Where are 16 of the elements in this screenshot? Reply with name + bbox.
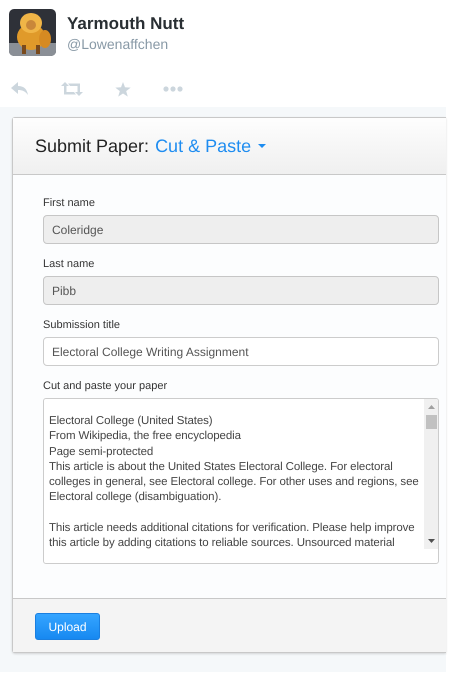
field-label: Last name bbox=[43, 258, 96, 271]
reply-icon[interactable] bbox=[11, 82, 29, 96]
star-icon[interactable] bbox=[115, 82, 131, 96]
user-handle: @Lowenaffchen bbox=[67, 35, 170, 53]
scroll-bar[interactable] bbox=[424, 399, 438, 549]
more-icon[interactable] bbox=[163, 86, 183, 92]
paper-text-area[interactable] bbox=[43, 398, 439, 564]
field-label: First name bbox=[43, 197, 96, 210]
field-label: Cut and paste your paper bbox=[43, 380, 168, 393]
panel-title: Submit Paper: bbox=[35, 136, 150, 156]
caret-icon bbox=[258, 144, 266, 148]
retweet-icon[interactable] bbox=[61, 82, 83, 96]
field-label: Submission title bbox=[43, 319, 122, 332]
paper-text: Electoral College (United States) From Wikipedia, the free encyclopedia Page semi-protected This article is about the United States Electoral College. For electoral colleges in general, see Electoral college. For other uses and regions, see Electoral college (disambiguation). This article needs additional citations for verification. Please help improve this article by adding citations to reliable sources. Unsourced material bbox=[48, 414, 420, 549]
user-name: Yarmouth Nutt bbox=[67, 14, 184, 34]
input-field[interactable]: Electoral College Writing Assignment bbox=[43, 337, 439, 366]
